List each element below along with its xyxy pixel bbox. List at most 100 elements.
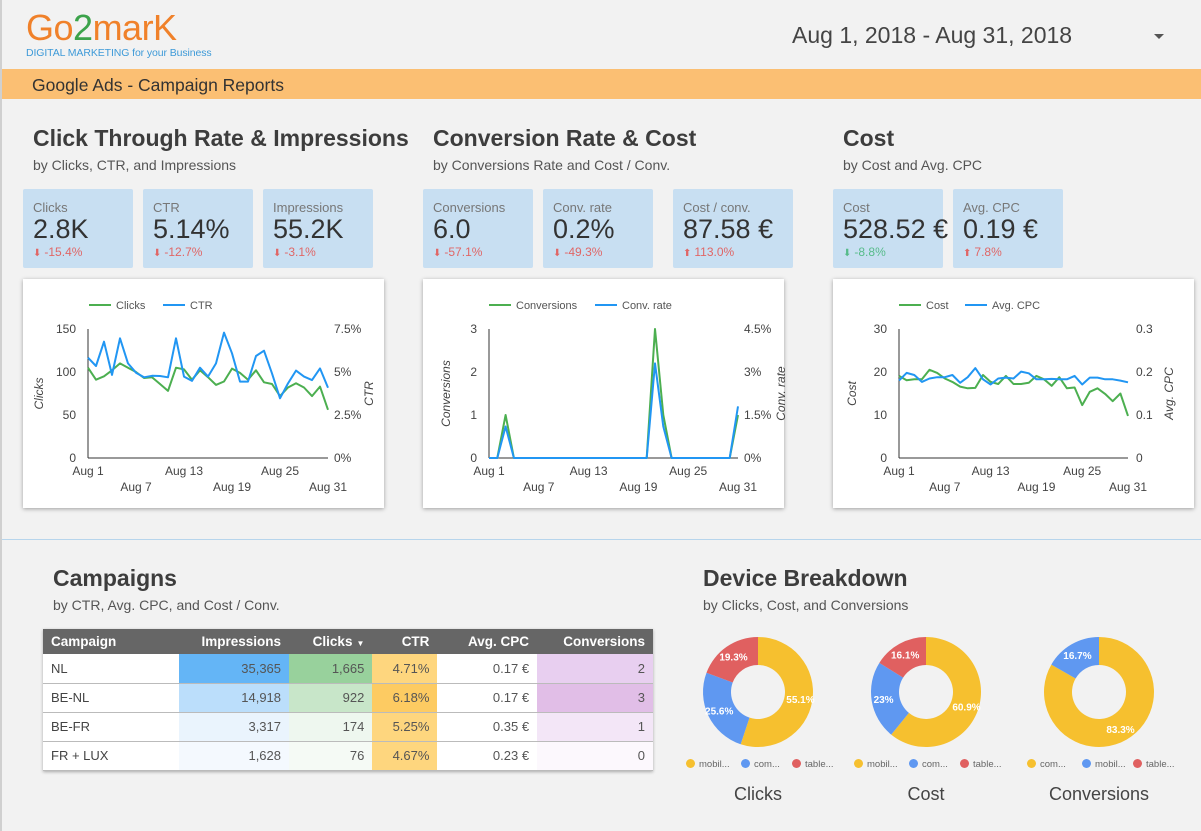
dropdown-caret-icon[interactable]: [1154, 34, 1164, 39]
y-tick-right: 3%: [744, 365, 762, 379]
kpi-card-avg-cpc[interactable]: Avg. CPC 0.19 € ⬆ 7.8%: [953, 189, 1063, 268]
y-tick-left: 3: [470, 322, 477, 336]
x-tick-label: Aug 7: [523, 480, 555, 494]
series-line-conv-rate[interactable]: [489, 362, 739, 459]
donut-legend-item[interactable]: com...: [909, 759, 948, 770]
legend-label: com...: [754, 759, 780, 770]
y-tick-right: 0.1: [1136, 408, 1153, 422]
kpi-card-conversions[interactable]: Conversions 6.0 ⬇ -57.1%: [423, 189, 533, 268]
column-header-label: CTR: [401, 634, 430, 649]
logo-part2: 2: [73, 7, 93, 48]
legend-item-clicks[interactable]: Clicks: [89, 300, 146, 312]
legend-dot-icon: [1027, 759, 1036, 768]
kpi-value: 5.14%: [153, 214, 230, 244]
kpi-delta: ⬇ -15.4%: [33, 245, 82, 259]
kpi-card-impressions[interactable]: Impressions 55.2K ⬇ -3.1%: [263, 189, 373, 268]
y-tick-left: 20: [874, 365, 888, 379]
cell-avg-cpc: 0.17 €: [437, 654, 538, 684]
kpi-card-cost-conv[interactable]: Cost / conv. 87.58 € ⬆ 113.0%: [673, 189, 793, 268]
chart-card-conversions-rate[interactable]: Conversions Conv. rate 0 1 2 3 0% 1.5% 3% 4.5% Con…: [423, 279, 788, 508]
donut-legend-item[interactable]: table...: [792, 759, 834, 770]
column-header-avg-cpc[interactable]: Avg. CPC: [437, 629, 538, 654]
section-title-conversion: Conversion Rate & Cost: [433, 125, 697, 151]
legend-item-ctr[interactable]: CTR: [163, 300, 213, 312]
table-row[interactable]: BE-FR 3,317 174 5.25% 0.35 €1: [43, 712, 653, 742]
table-row[interactable]: NL 35,365 1,665 4.71% 0.17 €2: [43, 654, 653, 684]
kpi-delta: ⬇ -49.3%: [553, 245, 602, 259]
legend-label: table...: [1146, 759, 1175, 770]
kpi-value: 528.52 €: [843, 214, 949, 244]
x-tick-label: Aug 19: [213, 480, 251, 494]
legend-item-cost[interactable]: Cost: [899, 300, 949, 312]
clicks-ctr-line-chart: Clicks CTR 0 50 100 150 0% 2.5% 5% 7.5% Clicks CTR A…: [32, 300, 376, 494]
sort-descending-icon[interactable]: ▼: [356, 639, 364, 648]
cell-avg-cpc: 0.35 €: [437, 712, 538, 742]
y-tick-left: 0: [69, 451, 76, 465]
y-tick-right: 4.5%: [744, 322, 772, 336]
donut-slice-label: 16.1%: [891, 650, 919, 661]
section-title-cost: Cost: [843, 125, 895, 151]
donut-legend-item[interactable]: table...: [1133, 759, 1175, 770]
y-tick-right: 0%: [334, 451, 352, 465]
legend-dot-icon: [854, 759, 863, 768]
arrow-down-icon: ⬇: [553, 248, 562, 259]
legend-item-conversions[interactable]: Conversions: [489, 300, 578, 312]
y-tick-right: 0: [1136, 451, 1143, 465]
series-line-conversions[interactable]: [489, 328, 739, 459]
chart-card-cost-cpc[interactable]: Cost Avg. CPC 0 10 20 30 0 0.1 0.2 0.3 Cost Avg. CP…: [833, 279, 1194, 508]
donut-legend-item[interactable]: com...: [1027, 759, 1066, 770]
cell-campaign: NL: [43, 654, 180, 684]
kpi-card-ctr[interactable]: CTR 5.14% ⬇ -12.7%: [143, 189, 253, 268]
x-tick-label: Aug 31: [1109, 480, 1147, 494]
y-tick-left: 0: [470, 451, 477, 465]
y-tick-right: 5%: [334, 365, 352, 379]
legend-dot-icon: [792, 759, 801, 768]
series-line-clicks[interactable]: [87, 362, 329, 411]
cell-conversions: 1: [537, 712, 653, 742]
date-range-picker[interactable]: Aug 1, 2018 - Aug 31, 2018: [792, 22, 1172, 52]
arrow-up-icon: ⬆: [683, 248, 692, 259]
donut-legend-item[interactable]: table...: [960, 759, 1002, 770]
y-tick-right: 2.5%: [334, 408, 362, 422]
chart-card-clicks-ctr[interactable]: Clicks CTR 0 50 100 150 0% 2.5% 5% 7.5% Clicks CTR A…: [23, 279, 384, 508]
logo-wordmark: Go2marK: [26, 10, 212, 46]
donut-legend-item[interactable]: mobil...: [1082, 759, 1126, 770]
arrow-down-icon: ⬇: [843, 248, 852, 259]
logo: Go2marK DIGITAL MARKETING for your Busin…: [26, 10, 212, 60]
y-axis-title-left: Clicks: [32, 378, 46, 410]
column-header-campaign[interactable]: Campaign: [43, 629, 180, 654]
legend-dot-icon: [960, 759, 969, 768]
x-tick-label: Aug 19: [1017, 480, 1055, 494]
date-range-label: Aug 1, 2018 - Aug 31, 2018: [792, 22, 1073, 48]
column-header-clicks[interactable]: Clicks ▼: [289, 629, 373, 654]
legend-label: Cost: [926, 300, 949, 312]
table-row[interactable]: BE-NL 14,918 922 6.18% 0.17 €3: [43, 683, 653, 713]
cost-cpc-line-chart: Cost Avg. CPC 0 10 20 30 0 0.1 0.2 0.3 Cost Avg. CP…: [845, 300, 1176, 494]
arrow-down-icon: ⬇: [273, 248, 282, 259]
x-tick-label: Aug 25: [669, 464, 707, 478]
kpi-card-conv-rate[interactable]: Conv. rate 0.2% ⬇ -49.3%: [543, 189, 653, 268]
kpi-delta: ⬇ -3.1%: [273, 245, 316, 259]
cell-avg-cpc: 0.23 €: [437, 741, 538, 771]
table-row[interactable]: FR + LUX 1,628 76 4.67% 0.23 €0: [43, 741, 653, 771]
section-subtitle-cost: by Cost and Avg. CPC: [843, 157, 983, 173]
donut-legend-item[interactable]: mobil...: [686, 759, 730, 770]
donut-legend-item[interactable]: mobil...: [854, 759, 898, 770]
column-header-ctr[interactable]: CTR: [372, 629, 438, 654]
column-header-impressions[interactable]: Impressions: [179, 629, 290, 654]
x-tick-label: Aug 7: [929, 480, 961, 494]
donut-legend-item[interactable]: com...: [741, 759, 780, 770]
kpi-value: 0.2%: [553, 214, 615, 244]
y-tick-left: 50: [63, 408, 77, 422]
legend-dot-icon: [1082, 759, 1091, 768]
kpi-delta-value: 113.0%: [694, 245, 735, 259]
kpi-card-clicks[interactable]: Clicks 2.8K ⬇ -15.4%: [23, 189, 133, 268]
kpi-label: Impressions: [273, 200, 344, 215]
column-header-conversions[interactable]: Conversions: [537, 629, 653, 654]
x-tick-label: Aug 1: [883, 464, 915, 478]
legend-item-conv-rate[interactable]: Conv. rate: [595, 300, 672, 312]
kpi-card-cost[interactable]: Cost 528.52 € ⬇ -8.8%: [833, 189, 948, 268]
y-tick-left: 30: [874, 322, 888, 336]
kpi-label: Conversions: [433, 200, 506, 215]
legend-item-avg-cpc[interactable]: Avg. CPC: [965, 300, 1040, 312]
